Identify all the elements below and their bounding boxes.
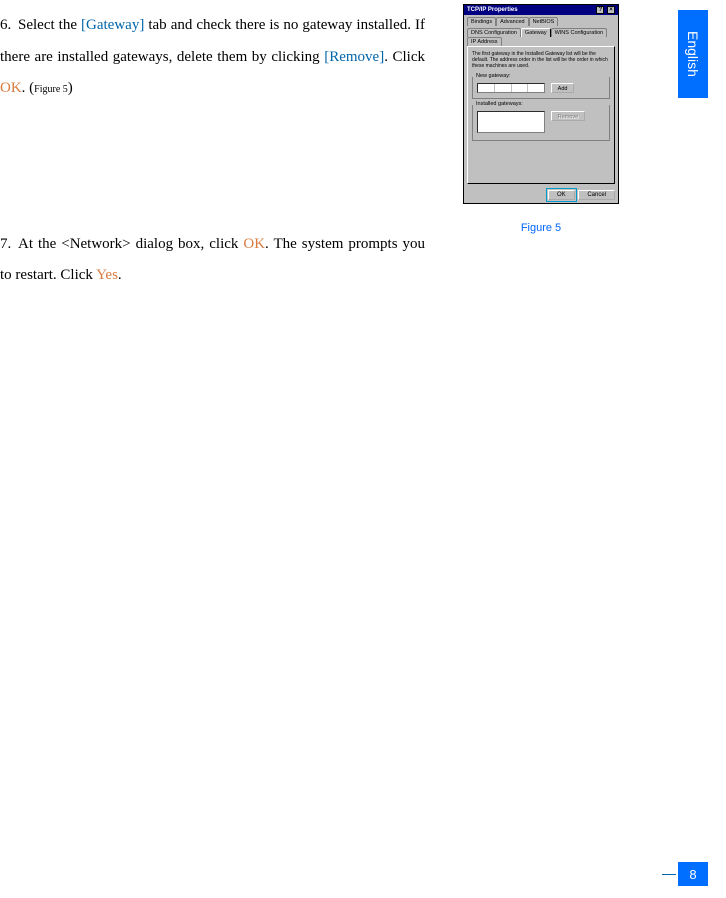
gateway-description: The first gateway in the Installed Gatew… <box>472 51 610 69</box>
dialog-titlebar: TCP/IP Properties ? × <box>464 5 618 15</box>
remove-button[interactable]: Remove <box>551 111 585 121</box>
gateway-tab-content: The first gateway in the Installed Gatew… <box>467 46 615 184</box>
installed-gateways-list[interactable] <box>477 111 545 133</box>
tab-wins[interactable]: WINS Configuration <box>551 28 608 37</box>
installed-gateways-label: Installed gateways: <box>475 101 524 107</box>
yes-ref: Yes <box>96 267 118 283</box>
figure-5: TCP/IP Properties ? × Bindings Advanced … <box>463 4 619 234</box>
ok-ref-2: OK <box>243 236 265 252</box>
remove-ref: [Remove] <box>324 49 384 65</box>
figure-caption: Figure 5 <box>463 222 619 234</box>
dialog-buttons: OK Cancel <box>464 187 618 203</box>
tab-row-2: DNS Configuration Gateway WINS Configura… <box>464 26 618 46</box>
help-icon[interactable]: ? <box>596 6 604 14</box>
new-gateway-label: New gateway: <box>475 73 512 79</box>
ok-button[interactable]: OK <box>548 190 575 200</box>
close-icon[interactable]: × <box>607 6 615 14</box>
tab-bindings[interactable]: Bindings <box>467 17 496 26</box>
step-7: 7.At the <Network> dialog box, click OK.… <box>0 229 425 292</box>
add-button[interactable]: Add <box>551 83 575 93</box>
installed-gateways-group: Installed gateways: Remove <box>472 105 610 141</box>
tab-dns[interactable]: DNS Configuration <box>467 28 521 37</box>
gateway-tab-ref: [Gateway] <box>81 17 144 33</box>
new-gateway-group: New gateway: Add <box>472 77 610 99</box>
tcpip-properties-dialog: TCP/IP Properties ? × Bindings Advanced … <box>463 4 619 204</box>
tab-row-1: Bindings Advanced NetBIOS <box>464 15 618 26</box>
ok-ref-1: OK <box>0 80 22 96</box>
language-tab: English <box>678 10 708 98</box>
step-7-number: 7. <box>0 229 18 261</box>
new-gateway-input[interactable] <box>477 83 545 93</box>
dialog-title: TCP/IP Properties <box>467 7 518 13</box>
page-number: 8 <box>678 862 708 886</box>
figure-5-ref: Figure 5 <box>34 84 68 95</box>
cancel-button[interactable]: Cancel <box>578 190 615 200</box>
tab-ip[interactable]: IP Address <box>467 37 502 46</box>
tab-gateway[interactable]: Gateway <box>521 28 551 37</box>
step-6-number: 6. <box>0 10 18 42</box>
step-6: 6.Select the [Gateway] tab and check the… <box>0 10 425 105</box>
tab-advanced[interactable]: Advanced <box>496 17 528 26</box>
tab-netbios[interactable]: NetBIOS <box>529 17 559 26</box>
